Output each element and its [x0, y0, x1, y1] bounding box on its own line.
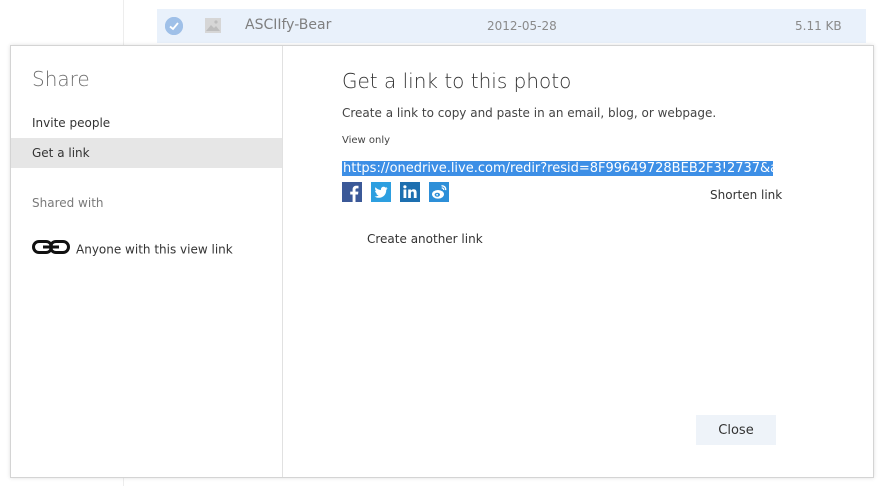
main-description: Create a link to copy and paste in an em… — [342, 106, 717, 120]
twitter-icon[interactable] — [371, 182, 392, 202]
file-name[interactable]: ASCIIfy-Bear — [245, 17, 331, 33]
shared-entry-anyone[interactable]: Anyone with this view link — [32, 240, 233, 258]
linkedin-icon[interactable] — [400, 182, 421, 202]
main-title: Get a link to this photo — [342, 69, 572, 93]
share-link-text[interactable]: https://onedrive.live.com/redir?resid=8F… — [342, 161, 773, 176]
file-row[interactable]: ASCIIfy-Bear 2012-05-28 5.11 KB — [157, 9, 866, 43]
sidebar-title: Share — [32, 67, 90, 91]
close-button[interactable]: Close — [696, 415, 776, 445]
file-size: 5.11 KB — [795, 19, 842, 33]
share-main: Get a link to this photo Create a link t… — [283, 46, 873, 477]
shared-with-label: Shared with — [32, 196, 104, 210]
page: ASCIIfy-Bear 2012-05-28 5.11 KB Share In… — [0, 0, 880, 486]
weibo-icon[interactable] — [429, 182, 450, 202]
share-link-field[interactable]: https://onedrive.live.com/redir?resid=8F… — [342, 157, 773, 177]
file-date: 2012-05-28 — [487, 19, 557, 33]
permission-label[interactable]: View only — [342, 135, 390, 146]
image-icon — [205, 18, 221, 33]
share-dialog: Share Invite people Get a link Shared wi… — [10, 45, 874, 478]
sidebar-item-invite-people[interactable]: Invite people — [11, 108, 282, 138]
check-icon[interactable] — [165, 17, 183, 35]
sidebar-item-get-a-link[interactable]: Get a link — [11, 138, 282, 168]
social-share-bar — [342, 182, 453, 202]
facebook-icon[interactable] — [342, 182, 362, 202]
shorten-link-button[interactable]: Shorten link — [710, 188, 782, 202]
create-another-link-button[interactable]: Create another link — [367, 232, 483, 246]
link-icon — [32, 240, 70, 259]
share-sidebar: Share Invite people Get a link Shared wi… — [11, 46, 283, 477]
shared-entry-label: Anyone with this view link — [76, 242, 233, 257]
